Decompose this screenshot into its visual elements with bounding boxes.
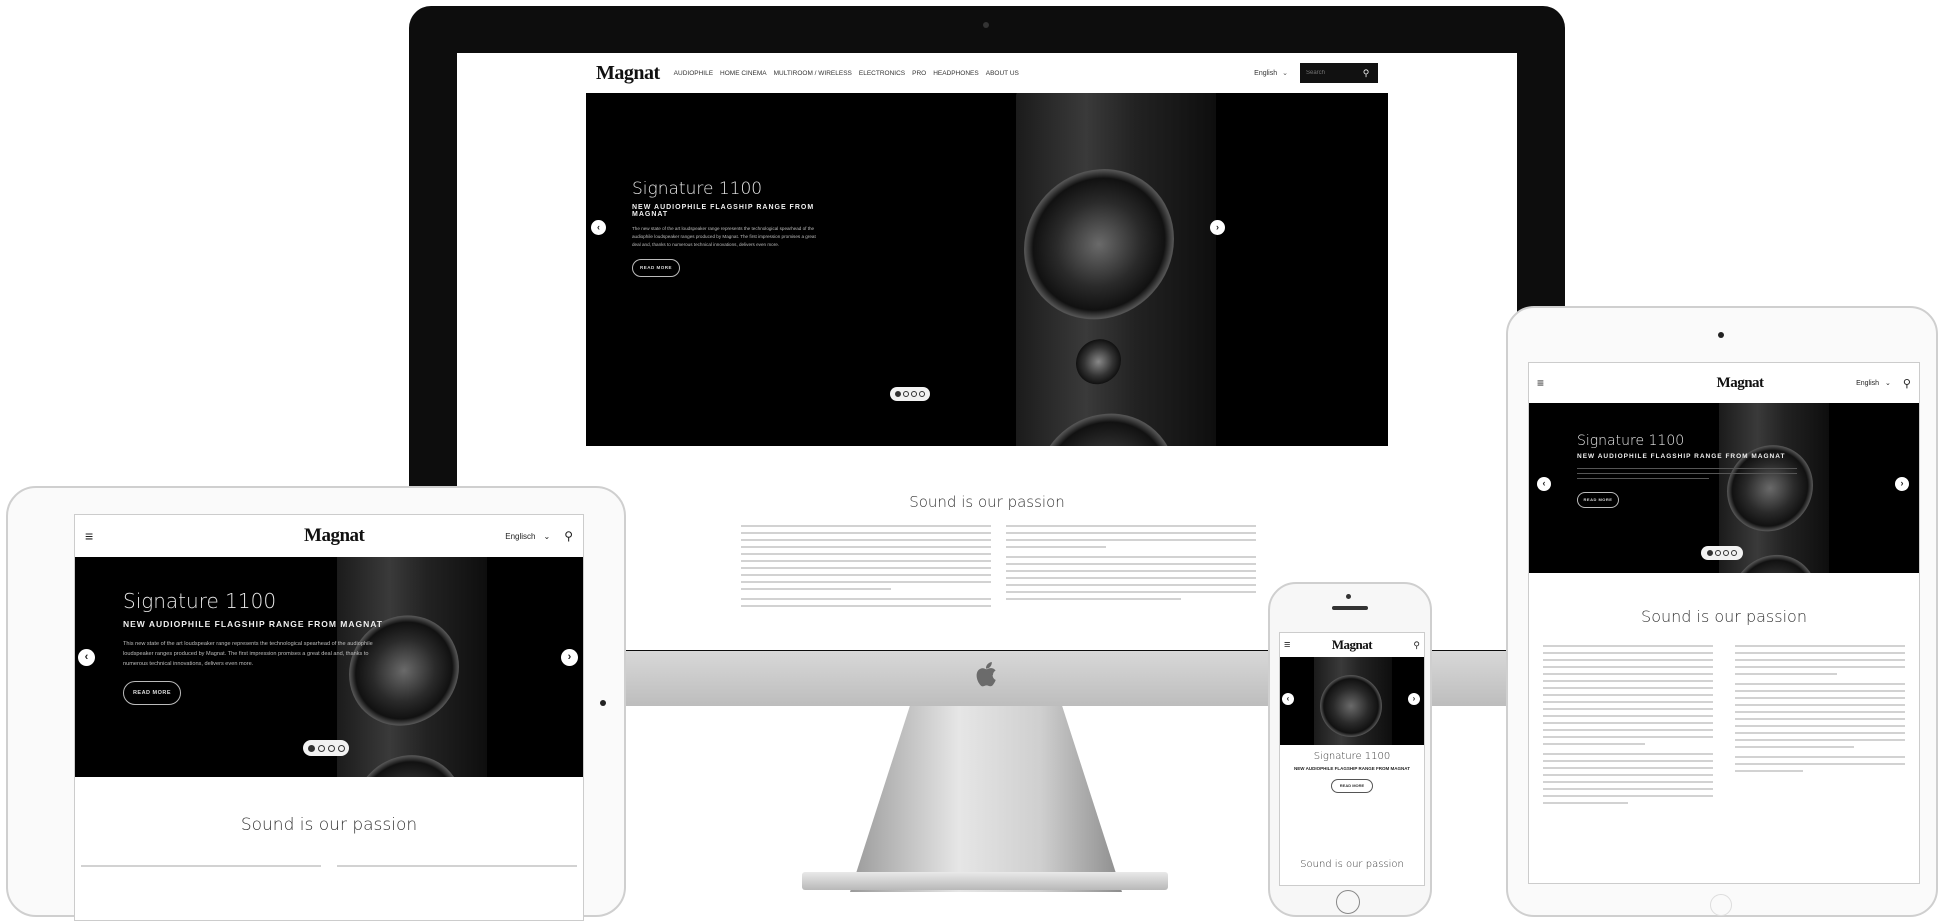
brand-logo[interactable]: Magnat (304, 525, 365, 547)
nav-item-audiophile[interactable]: AUDIOPHILE (674, 70, 713, 77)
section-text-left (1543, 645, 1713, 809)
phone-camera (1346, 594, 1351, 599)
chevron-down-icon: ⌄ (1282, 70, 1288, 77)
hero-body: The new state of the art loudspeaker ran… (632, 226, 816, 247)
slider-dots[interactable] (303, 740, 349, 756)
chevron-down-icon: ⌄ (543, 531, 551, 541)
desktop-nav-menu: AUDIOPHILE HOME CINEMA MULTIROOM / WIREL… (674, 70, 1019, 77)
read-more-button[interactable]: READ MORE (1577, 492, 1619, 508)
tablet-right: ≡ Magnat English ⌄ ⚲ Signature 1100 NEW … (1506, 306, 1938, 917)
hamburger-icon[interactable]: ≡ (1537, 376, 1544, 390)
nav-item-about-us[interactable]: ABOUT US (986, 70, 1019, 77)
phone-nav: ≡ Magnat ⚲ (1280, 633, 1424, 657)
hero-title: Signature 1100 (123, 589, 277, 613)
language-select[interactable]: Englisch (505, 532, 535, 541)
hero-title: Signature 1100 (1313, 751, 1391, 762)
section-title: Sound is our passion (909, 493, 1065, 511)
tablet-right-hero: Signature 1100 NEW AUDIOPHILE FLAGSHIP R… (1529, 403, 1919, 573)
section-text-right (1006, 525, 1256, 605)
hero-subtitle: NEW AUDIOPHILE FLAGSHIP RANGE FROM MAGNA… (632, 204, 815, 218)
search-input[interactable] (1300, 63, 1354, 83)
hamburger-icon[interactable]: ≡ (85, 528, 93, 544)
hero-title: Signature 1100 (632, 179, 763, 199)
phone-screen: ≡ Magnat ⚲ ‹ › Signature 1100 NEW AUDIOP… (1279, 632, 1425, 886)
hero-title: Signature 1100 (1577, 433, 1685, 449)
phone: ≡ Magnat ⚲ ‹ › Signature 1100 NEW AUDIOP… (1268, 582, 1432, 917)
chevron-left-icon[interactable]: ‹ (1282, 693, 1294, 705)
section-title: Sound is our passion (240, 815, 418, 835)
phone-speaker-slot (1332, 606, 1368, 610)
language-select[interactable]: English (1856, 380, 1879, 387)
chevron-left-icon[interactable]: ‹ (1537, 477, 1551, 491)
desktop-nav: Magnat AUDIOPHILE HOME CINEMA MULTIROOM … (586, 53, 1388, 93)
phone-home-button[interactable] (1336, 890, 1360, 914)
tablet-right-screen: ≡ Magnat English ⌄ ⚲ Signature 1100 NEW … (1528, 362, 1920, 884)
monitor-stand-base (802, 872, 1168, 890)
hero-body: This new state of the art loudspeaker ra… (123, 641, 373, 667)
section-title: Sound is our passion (1641, 607, 1807, 626)
hero-subtitle: NEW AUDIOPHILE FLAGSHIP RANGE FROM MAGNA… (1577, 453, 1786, 460)
search-icon[interactable]: ⚲ (1413, 640, 1420, 651)
read-more-button[interactable]: READ MORE (123, 681, 181, 705)
tablet-left-camera (600, 700, 606, 706)
hero-speaker-image (1016, 93, 1216, 446)
desktop-page: Magnat AUDIOPHILE HOME CINEMA MULTIROOM … (586, 53, 1388, 650)
nav-item-pro[interactable]: PRO (912, 70, 926, 77)
tablet-left: ≡ Magnat Englisch ⌄ ⚲ Signature 1100 NEW… (6, 486, 626, 921)
brand-logo[interactable]: Magnat (1717, 375, 1765, 392)
phone-hero-text: Signature 1100 NEW AUDIOPHILE FLAGSHIP R… (1280, 751, 1424, 793)
language-select[interactable]: English (1254, 70, 1277, 77)
search-icon[interactable]: ⚲ (1354, 63, 1378, 83)
slider-dots[interactable] (890, 387, 930, 401)
nav-item-electronics[interactable]: ELECTRONICS (859, 70, 905, 77)
search-icon[interactable]: ⚲ (564, 529, 573, 543)
nav-item-headphones[interactable]: HEADPHONES (933, 70, 979, 77)
tablet-right-camera (1718, 332, 1724, 338)
tablet-left-hero-text: Signature 1100 NEW AUDIOPHILE FLAGSHIP R… (123, 589, 383, 705)
section-text-left (741, 525, 991, 612)
tablet-right-hero-text: Signature 1100 NEW AUDIOPHILE FLAGSHIP R… (1577, 433, 1837, 508)
hero-subtitle: NEW AUDIOPHILE FLAGSHIP RANGE FROM MAGNA… (123, 619, 383, 629)
hero-speaker-image (1314, 657, 1392, 745)
hero-subtitle: NEW AUDIOPHILE FLAGSHIP RANGE FROM MAGNA… (1294, 766, 1410, 771)
chevron-left-icon[interactable]: ‹ (591, 220, 606, 235)
read-more-button[interactable]: READ MORE (1331, 779, 1373, 793)
tablet-right-home-button[interactable] (1710, 894, 1732, 916)
phone-hero: ‹ › (1280, 657, 1424, 745)
section-title: Sound is our passion (1300, 859, 1404, 870)
tablet-right-nav: ≡ Magnat English ⌄ ⚲ (1529, 363, 1919, 403)
desktop-hero: Signature 1100 NEW AUDIOPHILE FLAGSHIP R… (586, 93, 1388, 446)
search-icon[interactable]: ⚲ (1903, 377, 1911, 390)
chevron-right-icon[interactable]: › (1210, 220, 1225, 235)
chevron-right-icon[interactable]: › (561, 649, 578, 666)
desktop-hero-text: Signature 1100 NEW AUDIOPHILE FLAGSHIP R… (632, 179, 822, 277)
chevron-right-icon[interactable]: › (1408, 693, 1420, 705)
nav-item-home-cinema[interactable]: HOME CINEMA (720, 70, 767, 77)
slider-dots[interactable] (1701, 546, 1743, 560)
monitor-camera (983, 22, 989, 28)
tablet-left-screen: ≡ Magnat Englisch ⌄ ⚲ Signature 1100 NEW… (74, 514, 584, 921)
section-text-right (1735, 645, 1905, 777)
section-text-left (81, 865, 321, 872)
hamburger-icon[interactable]: ≡ (1284, 639, 1290, 651)
monitor-stand (850, 706, 1122, 892)
brand-logo[interactable]: Magnat (1332, 637, 1373, 653)
brand-logo[interactable]: Magnat (596, 62, 660, 85)
tablet-left-hero: Signature 1100 NEW AUDIOPHILE FLAGSHIP R… (75, 557, 583, 777)
chevron-left-icon[interactable]: ‹ (78, 649, 95, 666)
nav-item-multiroom[interactable]: MULTIROOM / WIRELESS (774, 70, 852, 77)
tablet-left-nav: ≡ Magnat Englisch ⌄ ⚲ (75, 515, 583, 557)
read-more-button[interactable]: READ MORE (632, 259, 680, 277)
chevron-right-icon[interactable]: › (1895, 477, 1909, 491)
apple-logo-icon (975, 661, 997, 687)
section-text-right (337, 865, 577, 872)
chevron-down-icon: ⌄ (1885, 380, 1891, 387)
